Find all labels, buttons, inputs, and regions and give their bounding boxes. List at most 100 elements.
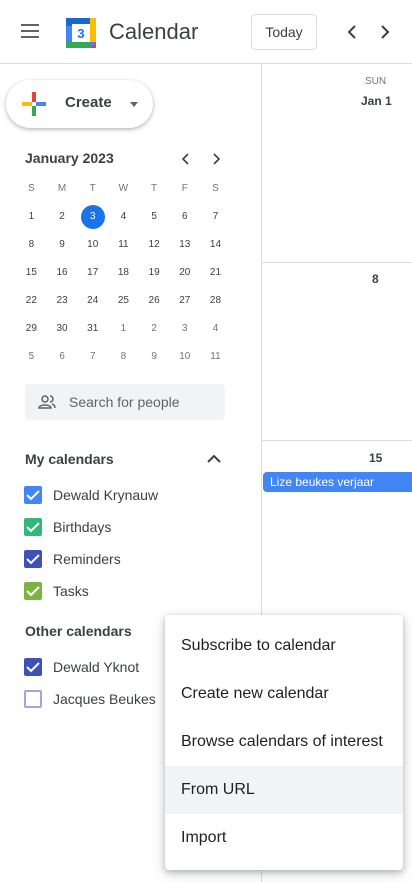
chevron-left-icon[interactable] xyxy=(340,20,364,44)
mini-calendar-day[interactable]: 28 xyxy=(200,287,231,315)
mini-calendar-day-number: 30 xyxy=(56,323,68,334)
calendar-item[interactable]: Tasks xyxy=(20,577,220,605)
mini-calendar-day-number: 24 xyxy=(87,295,99,306)
checkmark-icon xyxy=(26,586,40,597)
mini-calendar-day[interactable]: 15 xyxy=(16,259,47,287)
mini-calendar-day-number: 31 xyxy=(87,323,99,334)
menu-item[interactable]: From URL xyxy=(165,766,403,814)
calendar-item-label: Birthdays xyxy=(53,519,112,535)
mini-calendar-week: 8 9 10 11 12 13 14 xyxy=(16,231,231,259)
mini-calendar-day[interactable]: 19 xyxy=(139,259,170,287)
mini-calendar-day[interactable]: 3 xyxy=(77,203,108,231)
mini-calendar-day[interactable]: 1 xyxy=(16,203,47,231)
calendar-logo[interactable]: 3 xyxy=(64,16,98,50)
checkbox-checked[interactable] xyxy=(24,550,42,568)
mini-calendar-day[interactable]: 2 xyxy=(139,315,170,343)
calendar-item-label: Reminders xyxy=(53,551,121,567)
mini-calendar-day-number: 5 xyxy=(28,351,35,362)
other-calendars-title[interactable]: Other calendars xyxy=(25,623,132,639)
checkbox-checked[interactable] xyxy=(24,486,42,504)
mini-calendar-day[interactable]: 16 xyxy=(47,259,78,287)
mini-calendar-day[interactable]: 4 xyxy=(200,315,231,343)
mini-calendar-day-number: 16 xyxy=(56,267,68,278)
mini-calendar-day[interactable]: 7 xyxy=(200,203,231,231)
checkbox-checked[interactable] xyxy=(24,582,42,600)
date-jan-1[interactable]: Jan 1 xyxy=(361,94,392,108)
mini-calendar-day[interactable]: 26 xyxy=(139,287,170,315)
mini-calendar-day[interactable]: 2 xyxy=(47,203,78,231)
mini-calendar-day[interactable]: 12 xyxy=(139,231,170,259)
date-8[interactable]: 8 xyxy=(372,272,379,286)
mini-calendar-day[interactable]: 22 xyxy=(16,287,47,315)
chevron-up-icon[interactable] xyxy=(204,451,224,467)
mini-calendar-dow: M xyxy=(57,183,67,194)
menu-item[interactable]: Browse calendars of interest xyxy=(165,718,403,766)
mini-calendar-title: January 2023 xyxy=(25,150,114,166)
checkmark-icon xyxy=(26,554,40,565)
caret-down-icon xyxy=(130,102,138,107)
mini-calendar-day[interactable]: 14 xyxy=(200,231,231,259)
mini-calendar-day[interactable]: 8 xyxy=(108,343,139,371)
mini-next-month-icon[interactable] xyxy=(207,150,225,168)
mini-calendar-day[interactable]: 5 xyxy=(16,343,47,371)
date-15[interactable]: 15 xyxy=(369,451,382,465)
mini-calendar-day[interactable]: 7 xyxy=(77,343,108,371)
mini-calendar-day[interactable]: 25 xyxy=(108,287,139,315)
mini-calendar-day-number: 18 xyxy=(117,267,129,278)
mini-calendar-week: 1 2 3 4 5 6 7 xyxy=(16,203,231,231)
mini-calendar-day[interactable]: 9 xyxy=(47,231,78,259)
search-people-input[interactable]: Search for people xyxy=(25,384,225,420)
mini-calendar-day[interactable]: 8 xyxy=(16,231,47,259)
mini-calendar-day-number: 1 xyxy=(28,211,35,222)
week-divider xyxy=(262,440,412,441)
checkbox-unchecked[interactable] xyxy=(24,690,42,708)
mini-calendar-day[interactable]: 23 xyxy=(47,287,78,315)
mini-calendar-day[interactable]: 17 xyxy=(77,259,108,287)
my-calendars-title[interactable]: My calendars xyxy=(25,451,114,467)
mini-calendar-day[interactable]: 29 xyxy=(16,315,47,343)
mini-calendar-day[interactable]: 21 xyxy=(200,259,231,287)
mini-calendar-day[interactable]: 31 xyxy=(77,315,108,343)
menu-item[interactable]: Create new calendar xyxy=(165,670,403,718)
mini-calendar-day[interactable]: 11 xyxy=(200,343,231,371)
calendar-item[interactable]: Reminders xyxy=(20,545,220,573)
checkbox-checked[interactable] xyxy=(24,658,42,676)
mini-calendar-day-number: 25 xyxy=(117,295,129,306)
mini-prev-month-icon[interactable] xyxy=(177,150,195,168)
mini-calendar-day-number: 19 xyxy=(148,267,160,278)
mini-calendar-day[interactable]: 27 xyxy=(169,287,200,315)
mini-calendar-day-number: 9 xyxy=(59,239,65,250)
checkbox-checked[interactable] xyxy=(24,518,42,536)
today-button[interactable]: Today xyxy=(251,14,317,50)
chevron-right-icon[interactable] xyxy=(373,20,397,44)
mini-calendar-day[interactable]: 5 xyxy=(139,203,170,231)
mini-calendar-day[interactable]: 20 xyxy=(169,259,200,287)
event-chip[interactable]: Lize beukes verjaar xyxy=(263,472,412,492)
mini-calendar-day[interactable]: 24 xyxy=(77,287,108,315)
menu-item[interactable]: Subscribe to calendar xyxy=(165,622,403,670)
hamburger-menu-icon[interactable] xyxy=(21,24,43,40)
mini-calendar-dow: S xyxy=(28,183,35,194)
mini-calendar-day[interactable]: 9 xyxy=(139,343,170,371)
mini-calendar-day-number: 6 xyxy=(59,351,65,362)
mini-calendar-day[interactable]: 6 xyxy=(169,203,200,231)
mini-calendar-day[interactable]: 1 xyxy=(108,315,139,343)
mini-calendar-day[interactable]: 10 xyxy=(169,343,200,371)
mini-calendar-day-number: 12 xyxy=(148,239,160,250)
mini-calendar-day[interactable]: 11 xyxy=(108,231,139,259)
menu-item[interactable]: Import xyxy=(165,814,403,862)
mini-calendar-day[interactable]: 30 xyxy=(47,315,78,343)
calendar-item[interactable]: Dewald Krynauw xyxy=(20,481,220,509)
mini-calendar-day[interactable]: 13 xyxy=(169,231,200,259)
create-button[interactable]: Create xyxy=(6,80,153,128)
mini-calendar-day[interactable]: 6 xyxy=(47,343,78,371)
calendar-item-label: Dewald Krynauw xyxy=(53,487,159,503)
mini-calendar-day[interactable]: 18 xyxy=(108,259,139,287)
people-icon xyxy=(38,395,56,409)
calendar-item[interactable]: Birthdays xyxy=(20,513,220,541)
mini-calendar-day-number: 5 xyxy=(151,211,157,222)
mini-calendar-day-number: 4 xyxy=(212,323,219,334)
mini-calendar-day[interactable]: 10 xyxy=(77,231,108,259)
mini-calendar-day[interactable]: 4 xyxy=(108,203,139,231)
mini-calendar-day[interactable]: 3 xyxy=(169,315,200,343)
